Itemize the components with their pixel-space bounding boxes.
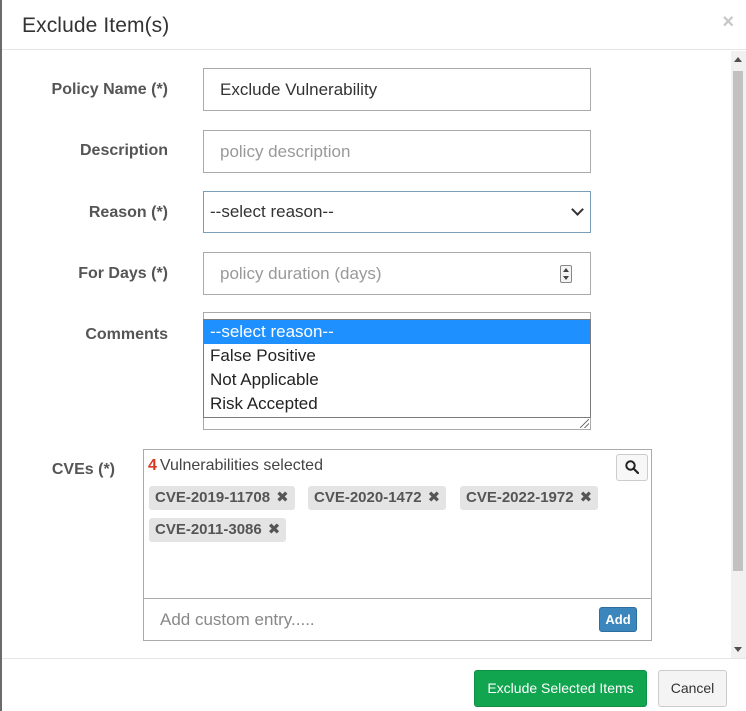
cve-chip: CVE-2022-1972 ✖ xyxy=(460,486,599,510)
custom-entry-row: Add custom entry..... Add xyxy=(144,598,651,640)
for-days-placeholder: policy duration (days) xyxy=(220,264,382,283)
scroll-up-icon[interactable] xyxy=(734,57,742,62)
number-spinner-icon[interactable] xyxy=(560,265,572,283)
chevron-down-icon xyxy=(571,203,584,216)
comments-label: Comments xyxy=(85,326,168,343)
reason-option[interactable]: Not Applicable xyxy=(204,368,590,392)
search-icon xyxy=(625,460,639,474)
modal-title: Exclude Item(s) xyxy=(22,14,170,37)
cve-chip-label: CVE-2022-1972 xyxy=(466,489,574,506)
custom-entry-input[interactable]: Add custom entry..... xyxy=(160,610,315,630)
reason-option[interactable]: Risk Accepted xyxy=(204,392,590,416)
cancel-button[interactable]: Cancel xyxy=(658,670,727,707)
reason-option[interactable]: --select reason-- xyxy=(204,320,590,344)
scrollbar[interactable] xyxy=(731,51,746,658)
cves-selected-count: 4 xyxy=(148,457,157,474)
reason-select-value: --select reason-- xyxy=(210,202,334,221)
resize-handle-icon[interactable] xyxy=(580,419,589,428)
exclude-items-modal: Exclude Item(s) × Policy Name (*) Exclud… xyxy=(2,0,746,711)
cve-chip-label: CVE-2020-1472 xyxy=(314,489,422,506)
cves-selected-text: Vulnerabilities selected xyxy=(159,457,323,474)
modal-body: Policy Name (*) Exclude Vulnerability De… xyxy=(2,51,731,658)
cves-selector: 4 Vulnerabilities selected CVE-2019-11708… xyxy=(143,449,652,641)
reason-option[interactable]: False Positive xyxy=(204,344,590,368)
description-input[interactable]: policy description xyxy=(203,130,591,173)
reason-label: Reason (*) xyxy=(88,204,168,221)
cve-chip-label: CVE-2011-3086 xyxy=(155,521,262,538)
cve-chip: CVE-2020-1472 ✖ xyxy=(308,486,447,510)
exclude-selected-items-button[interactable]: Exclude Selected Items xyxy=(474,670,647,707)
close-icon[interactable]: × xyxy=(722,12,734,32)
for-days-label: For Days (*) xyxy=(78,265,168,282)
reason-select[interactable]: --select reason-- xyxy=(203,191,591,233)
cve-chip: CVE-2011-3086 ✖ xyxy=(149,518,287,542)
add-button[interactable]: Add xyxy=(599,607,637,632)
description-label: Description xyxy=(79,142,168,159)
policy-name-label: Policy Name (*) xyxy=(51,81,168,98)
reason-dropdown-list: --select reason-- False Positive Not App… xyxy=(203,319,591,418)
remove-icon[interactable]: ✖ xyxy=(276,489,289,506)
remove-icon[interactable]: ✖ xyxy=(268,521,281,538)
scroll-down-icon[interactable] xyxy=(734,647,742,652)
modal-header: Exclude Item(s) × xyxy=(2,0,746,50)
remove-icon[interactable]: ✖ xyxy=(428,489,441,506)
cve-chip: CVE-2019-11708 ✖ xyxy=(149,486,295,510)
cves-label: CVEs (*) xyxy=(51,461,115,478)
modal-footer: Exclude Selected Items Cancel xyxy=(2,658,746,711)
remove-icon[interactable]: ✖ xyxy=(580,489,593,506)
for-days-input[interactable]: policy duration (days) xyxy=(203,252,591,295)
cves-selected-summary: 4 Vulnerabilities selected xyxy=(148,457,323,475)
scrollbar-thumb[interactable] xyxy=(733,71,743,571)
search-button[interactable] xyxy=(616,454,648,481)
cve-chip-label: CVE-2019-11708 xyxy=(155,489,271,506)
policy-name-input[interactable]: Exclude Vulnerability xyxy=(203,68,591,111)
